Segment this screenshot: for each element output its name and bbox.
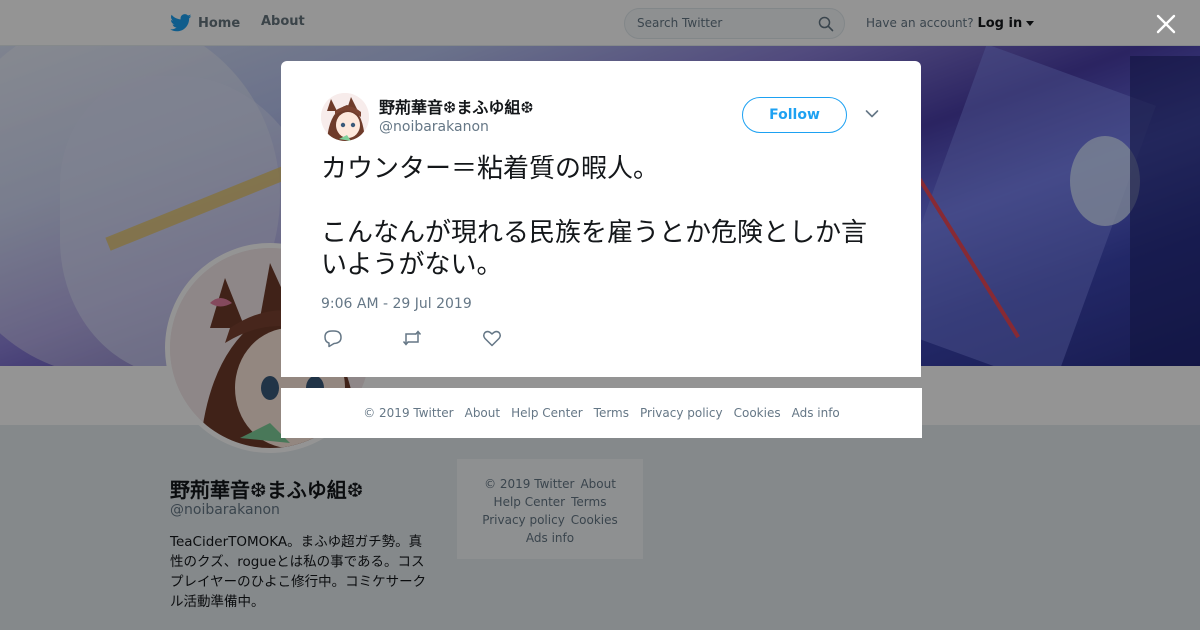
tweet-author-avatar[interactable] bbox=[321, 93, 369, 141]
footer-cookies-link[interactable]: Cookies bbox=[734, 406, 781, 420]
footer-terms-link[interactable]: Terms bbox=[594, 406, 629, 420]
tweet-timestamp[interactable]: 9:06 AM - 29 Jul 2019 bbox=[321, 296, 472, 312]
retweet-icon[interactable] bbox=[401, 328, 423, 348]
tweet-author-handle[interactable]: @noibarakanon bbox=[379, 119, 489, 135]
tweet-author-name[interactable]: 野荊華音❆まふゆ組❆ bbox=[379, 94, 534, 118]
reply-icon[interactable] bbox=[322, 328, 344, 348]
footer-ads-link[interactable]: Ads info bbox=[792, 406, 840, 420]
footer-copyright: © 2019 Twitter bbox=[363, 406, 454, 420]
modal-footer: © 2019 Twitter About Help Center Terms P… bbox=[281, 388, 922, 438]
footer-privacy-link[interactable]: Privacy policy bbox=[640, 406, 723, 420]
footer-help-link[interactable]: Help Center bbox=[511, 406, 583, 420]
close-icon[interactable] bbox=[1154, 12, 1178, 36]
avatar-illustration-icon bbox=[321, 93, 369, 141]
tweet-text: カウンター＝粘着質の暇人。 こんなんが現れる民族を雇うとか危険としか言いようがな… bbox=[321, 154, 868, 280]
like-heart-icon[interactable] bbox=[481, 328, 503, 348]
tweet-permalink-modal: 野荊華音❆まふゆ組❆ @noibarakanon Follow カウンター＝粘着… bbox=[281, 61, 921, 377]
footer-about-link[interactable]: About bbox=[465, 406, 500, 420]
follow-button[interactable]: Follow bbox=[742, 97, 847, 133]
chevron-down-icon[interactable] bbox=[865, 109, 879, 119]
